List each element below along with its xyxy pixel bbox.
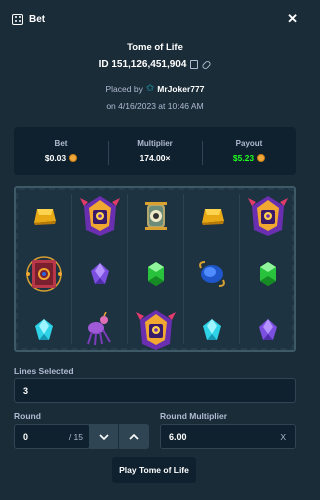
purple-gem-symbol: [90, 262, 110, 286]
copy-icon[interactable]: [190, 60, 199, 69]
eye-totem-symbol: [143, 200, 169, 232]
placed-by-label: Placed by: [105, 83, 143, 94]
bet-date: on 4/16/2023 at 10:46 AM: [106, 101, 204, 111]
purple-gem-symbol: [258, 318, 278, 342]
stat-multiplier: Multiplier 174.00×: [108, 139, 202, 165]
coin-icon: [69, 154, 78, 162]
round-multiplier-value: 6.00: [169, 431, 187, 442]
round-increment-button[interactable]: [119, 424, 149, 449]
stat-payout-value: $5.23: [232, 153, 255, 163]
round-decrement-button[interactable]: [89, 424, 119, 449]
lines-label: Lines Selected: [14, 366, 74, 376]
round-multiplier-suffix: X: [280, 431, 286, 442]
placed-by-row: Placed by ✩ MrJoker777: [0, 83, 310, 94]
game-name[interactable]: Tome of Life: [0, 42, 310, 53]
round-multiplier-label: Round Multiplier: [160, 411, 228, 421]
dice-icon: [12, 13, 23, 25]
play-game-button[interactable]: Play Tome of Life: [112, 457, 196, 483]
lines-value: 3: [23, 385, 29, 396]
blue-scarab-symbol: [197, 260, 227, 288]
star-icon: ✩: [145, 83, 155, 94]
bet-id-row: ID 151,126,451,904: [0, 59, 310, 70]
link-icon[interactable]: [201, 59, 213, 70]
slot-board: [14, 186, 296, 352]
chevron-up-icon: [129, 433, 139, 440]
reel-divider: [183, 194, 184, 344]
priest-mask-symbol: [136, 308, 176, 350]
spider-creature-symbol: [82, 311, 118, 348]
stat-bet-label: Bet: [54, 139, 68, 148]
modal-title: Bet: [29, 13, 46, 25]
stat-payout: Payout $5.23: [202, 139, 296, 165]
chevron-down-icon: [98, 433, 109, 440]
priest-mask-symbol: [80, 194, 120, 238]
cyan-gem-symbol: [202, 318, 222, 342]
stat-bet-value: $0.03: [44, 153, 67, 163]
round-label: Round: [14, 411, 41, 421]
username-link[interactable]: MrJoker777: [157, 84, 204, 94]
stat-payout-label: Payout: [235, 139, 263, 148]
stat-multiplier-value: 174.00×: [139, 153, 171, 163]
reel-divider: [71, 194, 72, 344]
coin-icon: [257, 154, 266, 162]
round-total: / 15: [68, 431, 83, 442]
round-value: 0: [23, 431, 29, 442]
round-field[interactable]: 0 / 15: [14, 424, 90, 449]
close-icon[interactable]: ✕: [287, 11, 298, 27]
gold-bar-symbol: [199, 207, 225, 225]
stat-bet: Bet $0.03: [14, 139, 108, 163]
green-gem-symbol: [147, 261, 165, 287]
bet-stats-panel: Bet $0.03 Multiplier 174.00× Payout $5.2…: [14, 127, 296, 175]
reel-divider: [239, 194, 240, 344]
cyan-gem-symbol: [34, 318, 54, 342]
round-multiplier-field[interactable]: 6.00 X: [160, 424, 296, 449]
tome-portal-symbol: [25, 248, 63, 300]
bet-id: ID 151,126,451,904: [98, 59, 187, 70]
gold-bar-symbol: [31, 207, 57, 225]
modal-header: Bet ✕: [0, 0, 310, 38]
green-gem-symbol: [259, 261, 277, 287]
reel-divider: [127, 194, 128, 344]
priest-mask-symbol: [248, 194, 288, 238]
lines-field[interactable]: 3: [14, 378, 296, 403]
stat-multiplier-label: Multiplier: [137, 139, 173, 148]
